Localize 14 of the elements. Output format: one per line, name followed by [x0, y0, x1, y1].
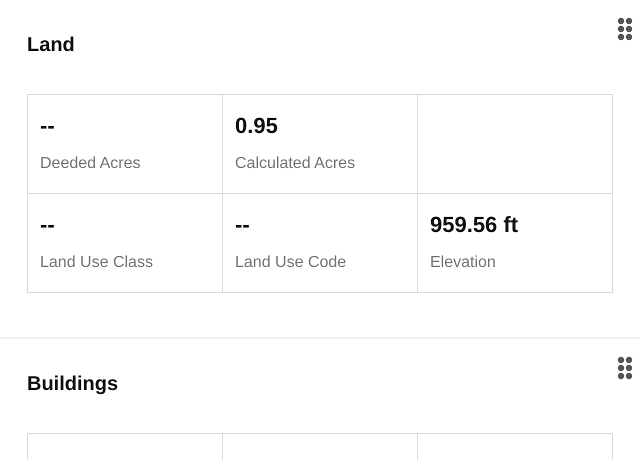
field-value: -- — [40, 113, 56, 140]
field-label: Calculated Acres — [235, 155, 356, 173]
field-label: Elevation — [430, 254, 497, 272]
field-label: Land Use Code — [235, 254, 348, 272]
section-title: Land — [27, 34, 75, 57]
field-value: -- — [235, 212, 251, 239]
field-value: 0.95 — [235, 113, 279, 140]
field-value: 959.56 ft — [430, 212, 520, 239]
section-title: Buildings — [27, 373, 118, 396]
field-label: Land Use Class — [40, 254, 154, 272]
field-label: Deeded Acres — [40, 155, 142, 173]
drag-handle-icon[interactable] — [617, 356, 633, 380]
field-value: -- — [40, 212, 56, 239]
drag-handle-icon[interactable] — [617, 17, 633, 41]
